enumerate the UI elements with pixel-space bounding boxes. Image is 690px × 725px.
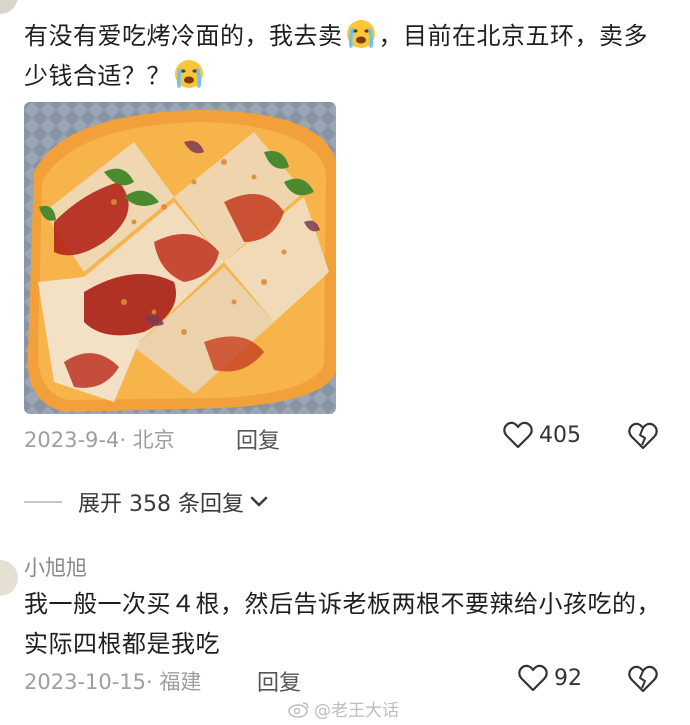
crying-face-icon (346, 20, 375, 48)
heart-icon (518, 664, 548, 692)
comment-date-location: 2023-9-4· 北京 (24, 428, 175, 452)
comment-text: 有没有爱吃烤冷面的，我去卖 ，目前在北京五环，卖多少钱合适？？ (24, 16, 664, 96)
chevron-down-icon (250, 496, 268, 507)
like-button[interactable]: 92 (518, 664, 582, 692)
like-count: 92 (554, 665, 582, 691)
dislike-button[interactable] (627, 664, 659, 698)
comment-photo[interactable] (24, 102, 336, 414)
divider (24, 501, 62, 503)
avatar[interactable] (0, 0, 18, 14)
like-count: 405 (539, 422, 581, 448)
comment-date-location: 2023-10-15· 福建 (24, 670, 202, 694)
username[interactable]: 小旭旭 (24, 552, 87, 582)
watermark: @老王大话 (288, 696, 399, 721)
crying-face-icon (175, 60, 203, 88)
watermark-text: @老王大话 (314, 701, 399, 721)
dislike-button[interactable] (627, 421, 659, 455)
reply-button[interactable]: 回复 (257, 665, 301, 697)
broken-heart-icon (628, 665, 658, 693)
weibo-logo-icon (288, 701, 309, 718)
reply-button[interactable]: 回复 (236, 423, 280, 455)
avatar[interactable] (0, 560, 18, 596)
comment-text: 我一般一次买４根，然后告诉老板两根不要辣给小孩吃的，实际四根都是我吃 (24, 590, 661, 658)
like-button[interactable]: 405 (503, 421, 581, 449)
broken-heart-icon (628, 422, 658, 450)
comment-text-part: 有没有爱吃烤冷面的，我去卖 (24, 22, 343, 50)
food-photo (24, 102, 336, 414)
expand-replies-button[interactable]: 展开 358 条回复 (24, 486, 268, 518)
expand-replies-label: 展开 358 条回复 (78, 492, 244, 517)
heart-icon (503, 421, 533, 449)
